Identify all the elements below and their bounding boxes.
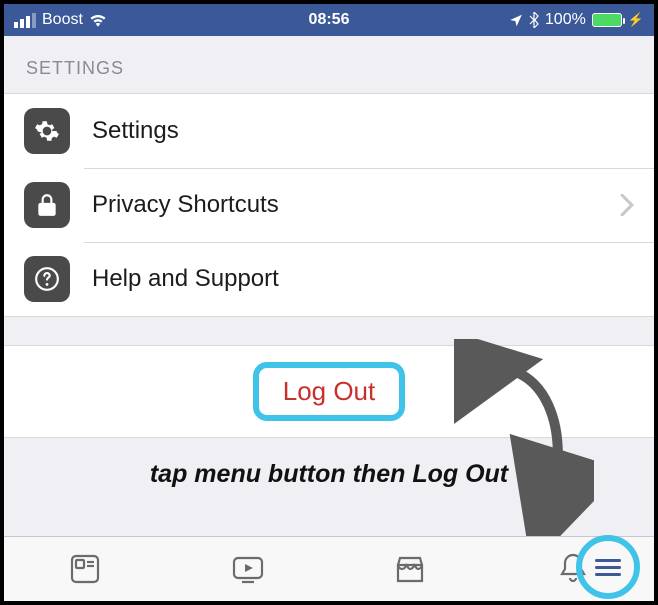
status-left: Boost — [14, 11, 107, 29]
status-bar: Boost 08:56 100% ⚡ — [4, 4, 654, 36]
tab-feed[interactable] — [63, 547, 107, 591]
wifi-icon — [89, 13, 107, 27]
battery-percent: 100% — [545, 11, 586, 29]
logout-highlight: Log Out — [253, 362, 406, 421]
location-icon — [509, 13, 523, 27]
tab-menu[interactable] — [576, 535, 640, 599]
bluetooth-icon — [529, 12, 539, 28]
row-settings-label: Settings — [92, 117, 634, 145]
row-help[interactable]: Help and Support — [4, 242, 654, 316]
row-privacy[interactable]: Privacy Shortcuts — [4, 168, 654, 242]
tab-watch[interactable] — [226, 547, 270, 591]
tab-bar — [4, 536, 654, 601]
instruction-caption: tap menu button then Log Out — [4, 438, 654, 499]
help-icon — [24, 256, 70, 302]
tab-marketplace[interactable] — [388, 547, 432, 591]
app-frame: Boost 08:56 100% ⚡ SETTINGS Settings Pri… — [0, 0, 658, 605]
row-settings[interactable]: Settings — [4, 94, 654, 168]
logout-row[interactable]: Log Out — [4, 345, 654, 438]
settings-section-header: SETTINGS — [4, 36, 654, 93]
battery-icon — [592, 13, 622, 27]
charging-icon: ⚡ — [628, 12, 644, 28]
row-help-label: Help and Support — [92, 265, 634, 293]
carrier-label: Boost — [42, 11, 83, 29]
chevron-right-icon — [620, 194, 634, 216]
lock-icon — [24, 182, 70, 228]
settings-list: Settings Privacy Shortcuts Help and Supp… — [4, 93, 654, 317]
logout-label: Log Out — [283, 376, 376, 406]
row-privacy-label: Privacy Shortcuts — [92, 191, 620, 219]
clock: 08:56 — [309, 11, 350, 29]
gear-icon — [24, 108, 70, 154]
hamburger-icon — [595, 555, 621, 580]
status-right: 100% ⚡ — [509, 11, 644, 29]
signal-icon — [14, 13, 36, 28]
